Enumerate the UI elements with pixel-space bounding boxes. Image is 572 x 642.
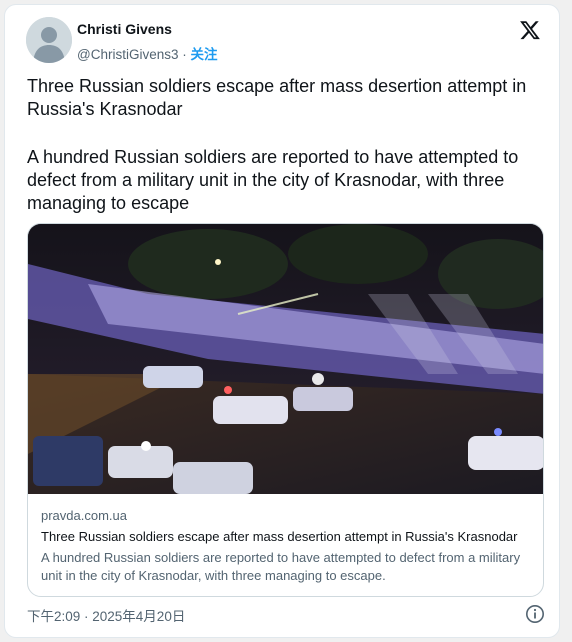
link-preview-card[interactable]: pravda.com.ua Three Russian soldiers esc… xyxy=(27,223,544,597)
link-title[interactable]: Three Russian soldiers escape after mass… xyxy=(41,529,533,544)
link-description: A hundred Russian soldiers are reported … xyxy=(41,550,521,583)
link-preview-image xyxy=(28,224,543,494)
handle-separator: · xyxy=(178,47,191,62)
author-name[interactable]: Christi Givens xyxy=(77,21,172,37)
author-handle-line: @ChristiGivens3 · 关注 xyxy=(77,43,217,63)
default-avatar-icon xyxy=(26,17,72,63)
tweet-text-headline: Three Russian soldiers escape after mass… xyxy=(27,76,527,119)
author-handle[interactable]: @ChristiGivens3 xyxy=(77,47,178,62)
link-domain: pravda.com.ua xyxy=(41,508,127,523)
info-icon[interactable] xyxy=(525,604,545,624)
tweet-text-body: A hundred Russian soldiers are reported … xyxy=(27,147,519,213)
avatar[interactable] xyxy=(26,17,72,63)
follow-button[interactable]: 关注 xyxy=(190,47,217,62)
tweet-card: Christi Givens @ChristiGivens3 · 关注 Thre… xyxy=(4,4,560,638)
x-logo-icon[interactable] xyxy=(519,19,541,41)
link-preview-meta: pravda.com.ua Three Russian soldiers esc… xyxy=(41,508,533,585)
tweet-timestamp[interactable]: 下午2:09 · 2025年4月20日 xyxy=(27,605,185,625)
